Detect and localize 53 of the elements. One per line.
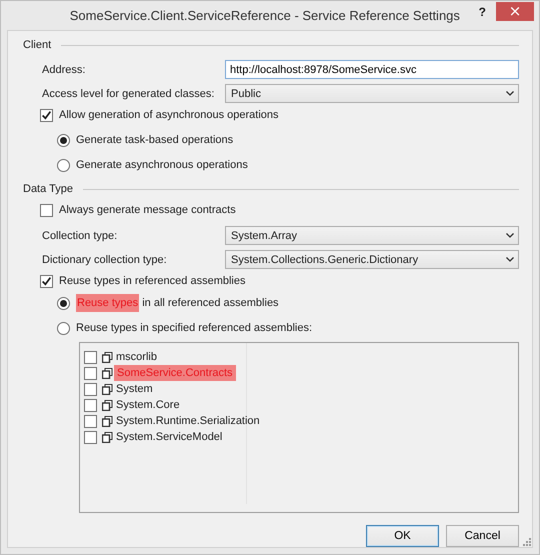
caret-icon <box>506 91 514 96</box>
assembly-name: System.Core <box>116 399 180 411</box>
assembly-icon <box>102 352 113 362</box>
checkbox-label: Always generate message contracts <box>59 204 236 216</box>
group-heading: Client <box>23 39 52 51</box>
assembly-icon <box>102 432 113 442</box>
field-label: Access level for generated classes: <box>42 88 216 100</box>
dropdown[interactable]: Public <box>225 84 519 103</box>
assembly-icon <box>102 400 113 410</box>
field-label: Collection type: <box>42 230 118 242</box>
radio-button[interactable] <box>57 296 70 310</box>
checkbox-label: Reuse types in referenced assemblies <box>59 275 246 287</box>
checkbox[interactable] <box>84 398 97 412</box>
radio-label: Reuse types in specified referenced assemblies: <box>76 322 312 334</box>
resize-grip-icon <box>523 538 531 546</box>
radio-button[interactable] <box>57 322 70 334</box>
check-icon <box>41 276 52 286</box>
assembly-icon <box>102 368 113 378</box>
dropdown[interactable]: System.Collections.Generic.Dictionary <box>225 250 519 269</box>
checkbox[interactable] <box>40 108 53 122</box>
checkbox[interactable] <box>40 204 53 216</box>
checkbox[interactable] <box>84 382 97 396</box>
assembly-name: mscorlib <box>116 351 157 363</box>
checkbox-label: Allow generation of asynchronous operations <box>59 109 279 121</box>
assembly-name: SomeService.Contracts <box>114 365 236 381</box>
caret-icon <box>506 233 514 238</box>
field-label: Dictionary collection type: <box>42 254 168 266</box>
radio-label: Generate asynchronous operations <box>76 159 248 171</box>
checkbox[interactable] <box>84 350 97 364</box>
field-label: Address: <box>42 64 86 76</box>
help-button[interactable]: ? <box>478 5 486 19</box>
window-title: SomeService.Client.ServiceReference - Service Reference Settings <box>68 7 461 23</box>
assembly-icon <box>102 384 113 394</box>
ok-button[interactable]: OK <box>366 525 439 547</box>
radio-button[interactable] <box>57 134 70 146</box>
checkbox[interactable] <box>84 430 97 444</box>
checkbox[interactable] <box>84 414 97 428</box>
assembly-name: System <box>116 383 153 395</box>
assembly-icon <box>102 416 113 426</box>
assembly-name: System.Runtime.Serialization <box>116 415 260 427</box>
address-field[interactable]: http://localhost:8978/SomeService.svc <box>225 60 519 79</box>
check-icon <box>41 110 52 120</box>
close-button[interactable]: × <box>496 2 534 21</box>
radio-label: Reuse types in all referenced assemblies <box>76 297 279 309</box>
assembly-name: System.ServiceModel <box>116 431 222 443</box>
dropdown[interactable]: System.Array <box>225 226 519 245</box>
checkbox[interactable] <box>40 274 53 288</box>
cancel-button[interactable]: Cancel <box>446 525 519 547</box>
caret-icon <box>506 257 514 262</box>
radio-label: Generate task-based operations <box>76 134 234 146</box>
checkbox[interactable] <box>84 366 97 380</box>
group-heading: Data Type <box>23 183 73 195</box>
radio-button[interactable] <box>57 158 70 172</box>
